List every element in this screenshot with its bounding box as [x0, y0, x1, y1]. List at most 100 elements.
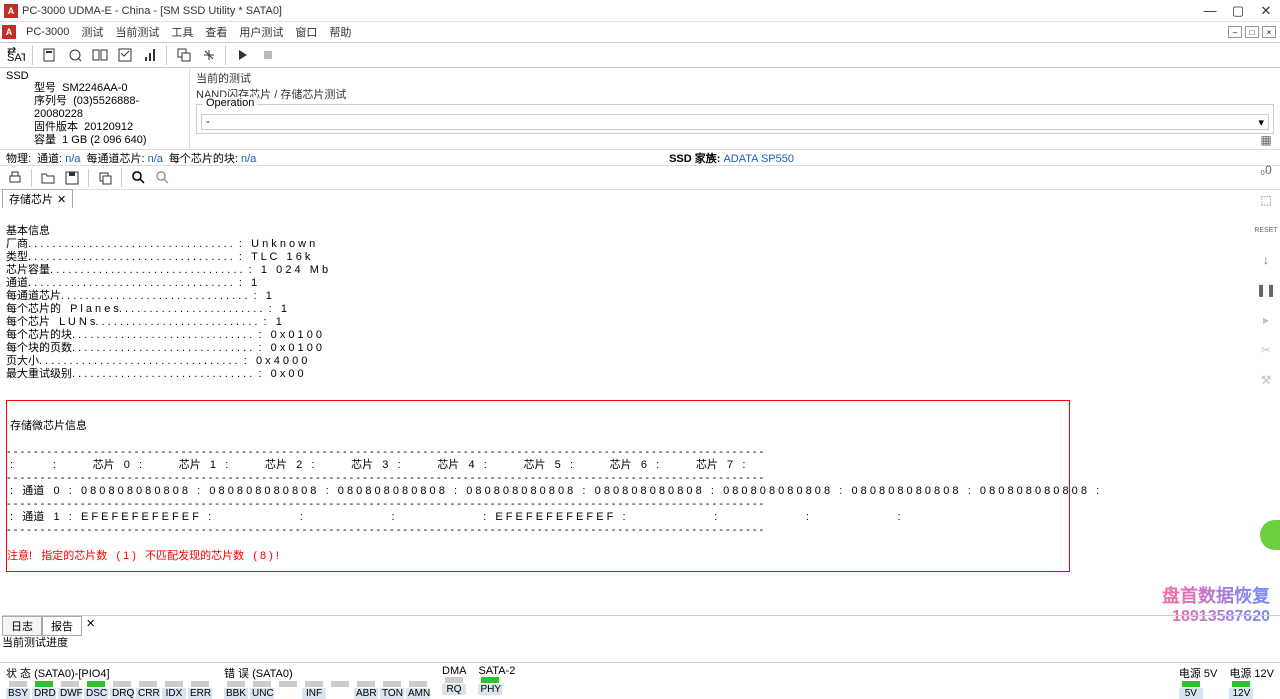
stop-button[interactable] [256, 44, 279, 66]
search-next-button[interactable] [151, 168, 173, 188]
led-indicator [9, 681, 27, 687]
rt-tool-icon[interactable]: ⚒ [1256, 370, 1276, 390]
progress-label: 当前测试进度 [2, 634, 68, 650]
tab-storage-chip[interactable]: 存储芯片 ✕ [2, 189, 73, 208]
print-button[interactable] [4, 168, 26, 188]
led-indicator [1232, 681, 1250, 687]
led-indicator [305, 681, 323, 687]
rt-reset-icon[interactable]: RESET [1256, 220, 1276, 240]
led-label: RQ [442, 684, 466, 695]
status-group-sata: SATA-2 PHY [478, 665, 515, 695]
mdi-app-icon: A [2, 25, 16, 39]
ssd-family-key: SSD 家族: [669, 153, 720, 165]
status-dma-title: DMA [442, 665, 466, 677]
led-phy: PHY [478, 677, 502, 695]
rt-pause-icon[interactable]: ❚❚ [1256, 280, 1276, 300]
main-toolbar: ⇄SATA0 [0, 42, 1280, 68]
model-key: 型号 [34, 82, 56, 95]
maximize-button[interactable]: ▢ [1224, 0, 1252, 22]
secondary-toolbar [0, 166, 1280, 190]
menu-app[interactable]: PC-3000 [20, 24, 75, 40]
tab-label: 存储芯片 [9, 191, 53, 207]
ssd-family-link[interactable]: ADATA SP550 [723, 153, 794, 165]
open-button[interactable] [37, 168, 59, 188]
led-indicator [113, 681, 131, 687]
status-group-state: 状 态 (SATA0)-[PIO4] BSYDRDDWFDSCDRQCRRIDX… [6, 665, 212, 699]
app-icon: A [4, 4, 18, 18]
toolbar-btn-5[interactable] [138, 44, 161, 66]
mdi-minimize[interactable]: ‒ [1228, 26, 1242, 38]
led-idx: IDX [162, 681, 186, 699]
current-test-label: 当前的测试 [196, 70, 1274, 86]
bottom-tabs: 日志 报告 ✕ [2, 615, 1280, 636]
tab-report[interactable]: 报告 [42, 616, 82, 636]
play-button[interactable] [231, 44, 254, 66]
led-12v: 12V [1229, 681, 1253, 699]
tab-close-icon[interactable]: ✕ [57, 193, 66, 206]
led-indicator [191, 681, 209, 687]
led-inf: INF [302, 681, 326, 699]
fw-value: 20120912 [84, 121, 133, 133]
toolbar-btn-2[interactable] [63, 44, 86, 66]
rt-play-icon[interactable]: ▸ [1256, 310, 1276, 330]
toolbar-btn-7[interactable] [197, 44, 220, 66]
menu-view[interactable]: 查看 [199, 22, 233, 42]
physical-info-row: 物理: 通道: n/a 每通道芯片: n/a 每个芯片的块: n/a SSD 家… [0, 150, 1280, 166]
led-label: 5V [1179, 688, 1203, 699]
led-label: INF [302, 688, 326, 699]
menu-test[interactable]: 测试 [75, 22, 109, 42]
toolbar-btn-3[interactable] [88, 44, 111, 66]
status-group-5v: 电源 5V 5V [1179, 665, 1218, 699]
rt-cut-icon[interactable]: ✂ [1256, 340, 1276, 360]
led-amn: AMN [406, 681, 430, 699]
content-tabs: 存储芯片 ✕ [0, 190, 1280, 208]
toolbar-btn-4[interactable] [113, 44, 136, 66]
rt-down-icon[interactable]: ↓ [1256, 250, 1276, 270]
mdi-restore[interactable]: □ [1245, 26, 1259, 38]
led-err: ERR [188, 681, 212, 699]
phys-label: 物理: [6, 150, 31, 166]
led-unc: UNC [250, 681, 274, 699]
toolbar-btn-1[interactable] [38, 44, 61, 66]
rt-id-icon[interactable]: ⬚ [1256, 190, 1276, 210]
menu-user-test[interactable]: 用户测试 [233, 22, 289, 42]
led-label: CRR [136, 688, 160, 699]
bottom-tab-close[interactable]: ✕ [82, 616, 99, 636]
save-button[interactable] [61, 168, 83, 188]
chevron-down-icon: ▾ [1258, 116, 1264, 129]
led-indicator [35, 681, 53, 687]
search-icon-button[interactable] [127, 168, 149, 188]
sata-port-button[interactable]: ⇄SATA0 [4, 44, 27, 66]
led-label: DRQ [110, 688, 134, 699]
serial-key: 序列号 [34, 95, 67, 108]
led-label: 12V [1229, 688, 1253, 699]
led-indicator [227, 681, 245, 687]
status-state-title: 状 态 (SATA0)-[PIO4] [6, 665, 212, 681]
status-error-title: 错 误 (SATA0) [224, 665, 430, 681]
copy-button[interactable] [94, 168, 116, 188]
menu-help[interactable]: 帮助 [323, 22, 357, 42]
close-button[interactable]: ✕ [1252, 0, 1280, 22]
led-label: DRD [32, 688, 56, 699]
tab-log[interactable]: 日志 [2, 616, 42, 636]
fw-key: 固件版本 [34, 121, 78, 134]
menu-current-test[interactable]: 当前测试 [109, 22, 165, 42]
rt-0-icon[interactable]: ₀0 [1256, 160, 1276, 180]
operation-dropdown[interactable]: -▾ [201, 114, 1269, 130]
status-12v-title: 电源 12V [1229, 665, 1274, 681]
led-drq: DRQ [110, 681, 134, 699]
led-indicator [61, 681, 79, 687]
mdi-close[interactable]: × [1262, 26, 1276, 38]
led-ton: TON [380, 681, 404, 699]
menu-tools[interactable]: 工具 [165, 22, 199, 42]
led- [276, 681, 300, 699]
led-rq: RQ [442, 677, 466, 695]
led- [328, 681, 352, 699]
rt-doc-icon[interactable]: ▦ [1256, 130, 1276, 150]
right-tool-strip: ▦ ₀0 ⬚ RESET ↓ ❚❚ ▸ ✂ ⚒ [1254, 130, 1278, 390]
led-indicator [279, 681, 297, 687]
minimize-button[interactable]: — [1196, 0, 1224, 22]
menu-window[interactable]: 窗口 [289, 22, 323, 42]
toolbar-btn-6[interactable] [172, 44, 195, 66]
led-indicator [253, 681, 271, 687]
